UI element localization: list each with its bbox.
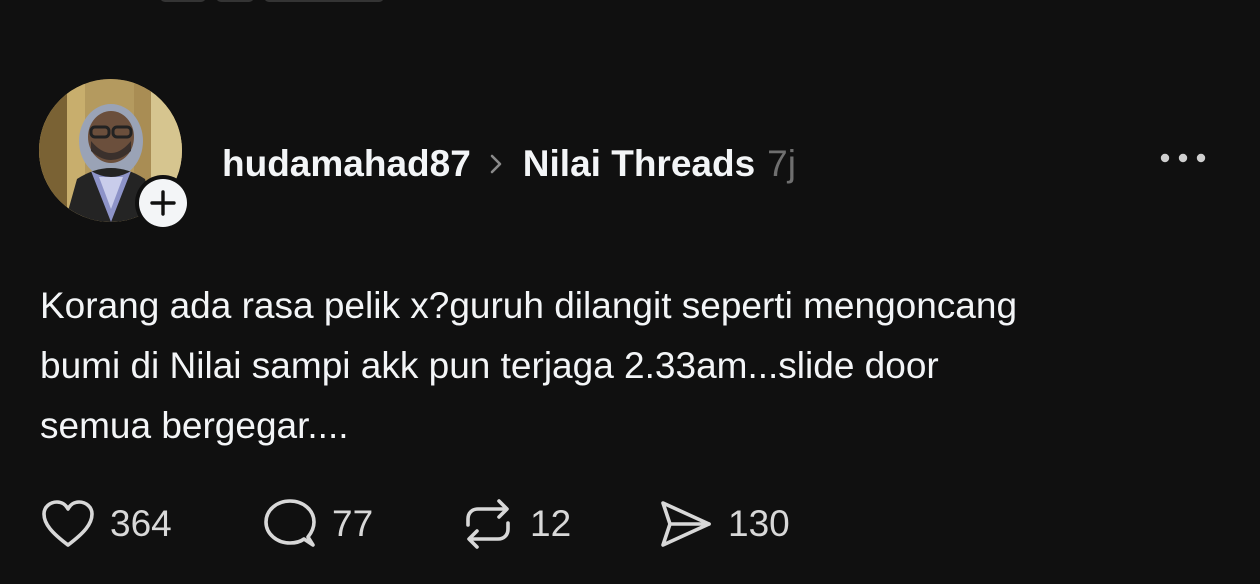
send-icon <box>661 501 711 547</box>
post-actions-bar: 364 77 12 130 <box>40 496 818 552</box>
reply-button[interactable]: 77 <box>262 497 460 551</box>
reply-count: 77 <box>332 503 374 544</box>
follow-badge-inner <box>139 179 187 227</box>
comment-bubble-icon <box>264 499 316 547</box>
post-timestamp: 7j <box>767 143 796 184</box>
more-options-button[interactable] <box>1152 136 1214 180</box>
plus-icon <box>150 190 176 216</box>
community-link[interactable]: Nilai Threads <box>523 143 755 185</box>
thread-post: hudamahad87 Nilai Threads 7j Korang ada … <box>0 0 1260 584</box>
repost-icon <box>466 499 510 549</box>
ellipsis-icon <box>1160 153 1206 163</box>
repost-count: 12 <box>530 503 572 544</box>
like-button[interactable]: 364 <box>40 498 262 550</box>
chevron-right-icon <box>489 153 503 175</box>
like-count: 364 <box>110 503 172 544</box>
post-body-text: Korang ada rasa pelik x?guruh dilangit s… <box>40 285 1018 446</box>
share-count: 130 <box>728 503 790 544</box>
follow-button[interactable] <box>135 175 191 231</box>
heart-icon <box>42 500 94 547</box>
author-username[interactable]: hudamahad87 <box>222 143 471 185</box>
repost-button[interactable]: 12 <box>460 497 658 551</box>
post-header: hudamahad87 Nilai Threads 7j <box>222 140 796 188</box>
share-button[interactable]: 130 <box>658 497 818 551</box>
author-avatar-container <box>39 79 191 231</box>
